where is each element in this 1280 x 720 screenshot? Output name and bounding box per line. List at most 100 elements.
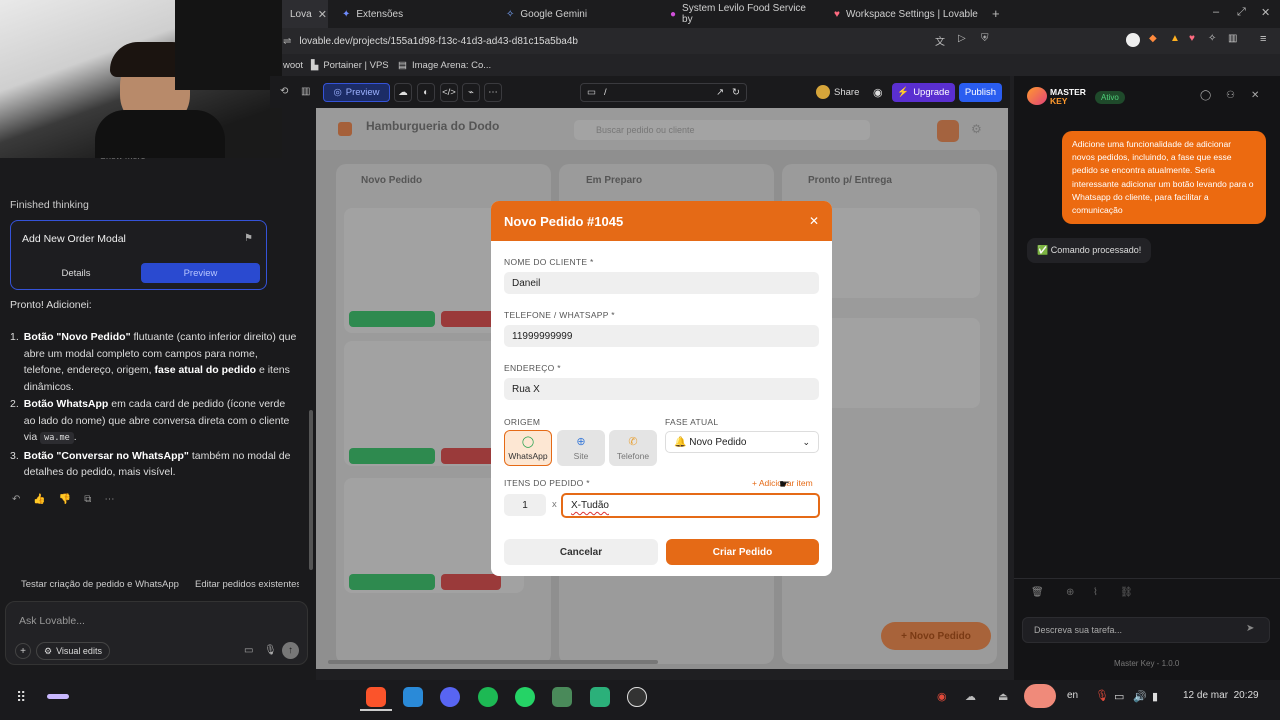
- attach-icon[interactable]: ⌇: [1093, 587, 1098, 598]
- maximize-icon[interactable]: ⤢: [1237, 6, 1246, 19]
- keyboard-layout[interactable]: en: [1067, 690, 1078, 701]
- publish-button[interactable]: Publish: [959, 83, 1002, 102]
- send-icon[interactable]: ↑: [282, 642, 299, 659]
- card-action-button[interactable]: [349, 311, 435, 327]
- app-action-icon[interactable]: [937, 120, 959, 142]
- menu-icon[interactable]: ≡: [1260, 33, 1266, 45]
- masterkey-extension-icon[interactable]: ♥: [1189, 33, 1195, 44]
- close-icon[interactable]: ✕: [318, 8, 327, 21]
- open-external-icon[interactable]: ↗: [716, 87, 724, 98]
- visual-edits-button[interactable]: ⚙ Visual edits: [36, 642, 110, 660]
- files-icon[interactable]: [552, 687, 572, 707]
- cancel-button[interactable]: Cancelar: [504, 539, 658, 565]
- add-icon[interactable]: +: [15, 643, 31, 659]
- card-action-button[interactable]: [349, 448, 435, 464]
- spotify-icon[interactable]: [478, 687, 498, 707]
- chat-icon[interactable]: ▭: [244, 645, 253, 656]
- origin-phone-button[interactable]: ✆ Telefone: [609, 430, 657, 466]
- more-icon[interactable]: ⋯: [104, 494, 114, 505]
- screencast-indicator[interactable]: [1024, 684, 1056, 708]
- workspace-indicator[interactable]: [47, 694, 69, 699]
- cloud-icon[interactable]: ☁: [394, 83, 412, 102]
- send-icon[interactable]: ➤: [1246, 623, 1254, 634]
- close-icon[interactable]: ✕: [809, 214, 819, 228]
- thinking-status[interactable]: Finished thinking: [10, 199, 89, 211]
- thumbs-up-icon[interactable]: 👍: [33, 494, 45, 505]
- tab-gemini[interactable]: ✧ Google Gemini: [498, 0, 658, 28]
- history-icon[interactable]: ⟲: [280, 86, 288, 97]
- preview-tab[interactable]: Preview: [141, 263, 260, 283]
- translate-icon[interactable]: 文: [935, 33, 945, 48]
- avatar[interactable]: [816, 85, 830, 99]
- extension-icon[interactable]: ▲: [1170, 33, 1180, 44]
- origin-site-button[interactable]: ⊕ Site: [557, 430, 605, 466]
- task-input[interactable]: Descreva sua tarefa...: [1022, 617, 1270, 643]
- profile-icon[interactable]: [1126, 33, 1140, 47]
- phone-field[interactable]: 11999999999: [504, 325, 819, 347]
- bookmark-icon[interactable]: ⚑: [244, 233, 253, 244]
- trash-icon[interactable]: 🗑: [1031, 587, 1044, 598]
- new-tab-icon[interactable]: +: [992, 6, 1000, 21]
- create-order-button[interactable]: Criar Pedido: [666, 539, 819, 565]
- refresh-icon[interactable]: ↻: [732, 87, 740, 98]
- screen-icon[interactable]: ▭: [1114, 690, 1124, 703]
- item-name-field[interactable]: X-Tudão: [561, 493, 820, 518]
- mic-icon[interactable]: 🎙: [264, 645, 277, 656]
- recording-icon[interactable]: ◉: [937, 690, 947, 703]
- bookmark-item[interactable]: ▙ Portainer | VPS: [311, 54, 389, 76]
- sidebar-icon[interactable]: ▥: [1228, 33, 1237, 44]
- phase-select[interactable]: 🔔 Novo Pedido ⌄: [665, 431, 819, 453]
- github-icon[interactable]: ◉: [873, 86, 883, 99]
- undo-icon[interactable]: ↶: [12, 494, 20, 505]
- suggestion-chip[interactable]: Testar criação de pedido e WhatsApp: [21, 579, 179, 590]
- cast-icon[interactable]: ▷: [958, 33, 966, 44]
- battery-icon[interactable]: ▮: [1152, 690, 1158, 703]
- close-icon[interactable]: ✕: [1251, 90, 1259, 101]
- share-button[interactable]: Share: [834, 87, 859, 98]
- more-icon[interactable]: ⋯: [484, 83, 502, 102]
- obs-icon[interactable]: [627, 687, 647, 707]
- quantity-field[interactable]: 1: [504, 494, 546, 516]
- address-bar[interactable]: ⇌ lovable.dev/projects/155a1d98-f13c-41d…: [283, 32, 983, 50]
- app-grid-icon[interactable]: ⠿: [16, 689, 26, 706]
- app-search-input[interactable]: Buscar pedido ou cliente: [574, 120, 870, 140]
- app-settings-icon[interactable]: ⚙: [971, 122, 982, 136]
- volume-icon[interactable]: 🔊: [1133, 690, 1147, 703]
- name-field[interactable]: Daneil: [504, 272, 819, 294]
- add-icon[interactable]: ⊕: [1066, 587, 1074, 598]
- clock[interactable]: 12 de mar 20:29: [1183, 690, 1259, 701]
- upgrade-button[interactable]: ⚡ Upgrade: [892, 83, 955, 102]
- user-icon[interactable]: ⚇: [1226, 90, 1235, 101]
- address-field[interactable]: Rua X: [504, 378, 819, 400]
- analytics-icon[interactable]: ⌁: [462, 83, 480, 102]
- horizontal-scrollbar[interactable]: [328, 660, 658, 664]
- preview-button[interactable]: ◎ Preview: [323, 83, 390, 102]
- discord-icon[interactable]: [440, 687, 460, 707]
- card-action-button[interactable]: [349, 574, 435, 590]
- tab-workspace-settings[interactable]: ♥ Workspace Settings | Lovable: [826, 0, 986, 28]
- bookmark-item[interactable]: woot: [283, 54, 303, 76]
- minimize-icon[interactable]: –: [1213, 6, 1219, 18]
- new-order-fab[interactable]: + Novo Pedido: [881, 622, 991, 650]
- site-info-icon[interactable]: ⇌: [283, 36, 291, 47]
- whatsapp-icon[interactable]: [515, 687, 535, 707]
- brave-shield-icon[interactable]: ⛨: [981, 33, 989, 44]
- eject-icon[interactable]: ⏏: [998, 690, 1008, 703]
- tab-lovable[interactable]: Lova ✕: [282, 0, 328, 28]
- pycharm-icon[interactable]: [590, 687, 610, 707]
- mic-icon[interactable]: 🎙: [1095, 689, 1109, 702]
- extensions-icon[interactable]: ✧: [1208, 33, 1216, 44]
- suggestion-chip[interactable]: Editar pedidos existentes: [195, 579, 299, 590]
- cloud-icon[interactable]: ☁: [965, 690, 976, 703]
- tab-extensoes[interactable]: ✦ Extensões: [334, 0, 494, 28]
- chat-icon[interactable]: ◯: [1200, 90, 1211, 101]
- tab-levilo[interactable]: ● System Levilo Food Service by: [662, 0, 824, 28]
- link-icon[interactable]: ⛓: [1120, 587, 1133, 598]
- brave-icon[interactable]: [366, 687, 386, 707]
- origin-whatsapp-button[interactable]: ◯ WhatsApp: [504, 430, 552, 466]
- thumbs-down-icon[interactable]: 👎: [59, 494, 71, 505]
- card-action-button[interactable]: [441, 574, 501, 590]
- copy-icon[interactable]: ⧉: [84, 494, 91, 505]
- bookmark-item[interactable]: ▤ Image Arena: Co...: [398, 54, 491, 76]
- vscode-icon[interactable]: [403, 687, 423, 707]
